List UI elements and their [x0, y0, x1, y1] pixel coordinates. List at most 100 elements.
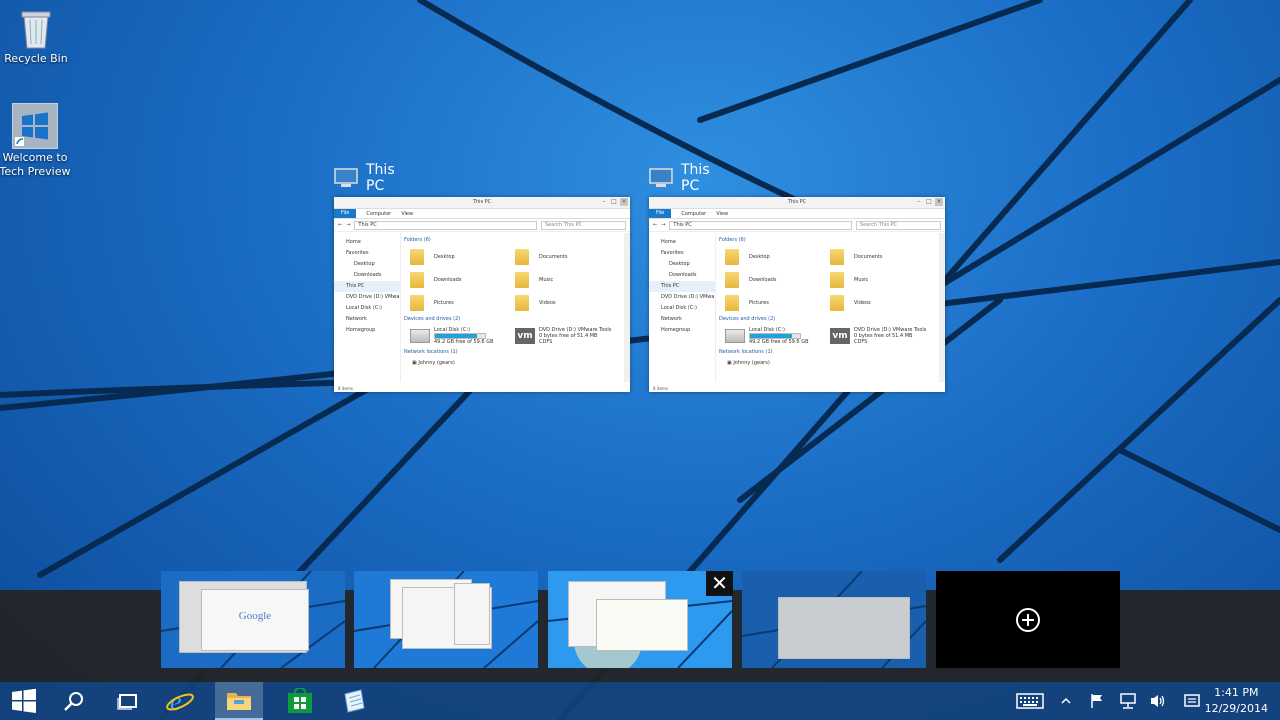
folder-item: Videos [830, 294, 935, 312]
status-bar: 8 items [653, 386, 668, 391]
drive-d: vm DVD Drive (D:) VMware Tools 0 bytes fr… [515, 327, 620, 345]
search-box: Search This PC [856, 220, 941, 230]
back-icon: ← [338, 222, 343, 228]
address-bar: This PC [354, 220, 537, 230]
file-explorer-button[interactable] [215, 682, 263, 720]
vmware-icon: vm [830, 328, 850, 344]
nav-desktop: Desktop [354, 261, 375, 267]
notifications-button[interactable] [1180, 682, 1204, 720]
drive-d: vm DVD Drive (D:) VMware Tools 0 bytes fr… [830, 327, 935, 345]
desktop-thumbnail-3[interactable] [548, 571, 732, 668]
folder-icon [830, 249, 844, 265]
welcome-tech-preview-shortcut[interactable]: Welcome to Tech Preview [0, 103, 71, 179]
folder-icon [410, 295, 424, 311]
chevron-up-icon [1061, 697, 1071, 704]
touch-keyboard-button[interactable] [1012, 682, 1048, 720]
folder-icon [410, 272, 424, 288]
explorer-title: This PC [787, 199, 807, 205]
internet-explorer-button[interactable]: e [156, 682, 204, 720]
nav-dvd-drive: DVD Drive (D:) VMwa [661, 294, 715, 300]
folder-item: Desktop [410, 248, 515, 266]
desktop-thumbnail-1[interactable]: Google [161, 571, 345, 668]
nav-network: Network [346, 316, 367, 322]
start-icon [12, 688, 36, 713]
google-thumb-text: Google [238, 610, 272, 622]
forward-icon: → [661, 222, 666, 228]
search-button[interactable] [50, 682, 98, 720]
folder-item: Pictures [725, 294, 830, 312]
internet-explorer-icon: e [166, 687, 194, 716]
this-pc-icon [334, 167, 358, 189]
minimize-icon: – [917, 198, 921, 205]
new-desktop-button[interactable] [936, 571, 1120, 668]
nav-downloads: Downloads [354, 272, 382, 278]
maximize-icon: □ [926, 198, 932, 205]
system-clock[interactable]: 1:41 PM 12/29/2014 [1205, 685, 1268, 717]
network-item: ▣ Johnny (gears) [412, 360, 455, 366]
network-item: ▣ Johnny (gears) [727, 360, 770, 366]
desktop-thumbnail-4[interactable] [742, 571, 926, 668]
nav-favorites: Favorites [346, 250, 369, 256]
nav-local-disk: Local Disk (C:) [346, 305, 382, 311]
group-network: Network locations (1) [404, 349, 458, 355]
close-desktop-button[interactable]: ✕ [706, 571, 733, 596]
status-bar: 8 items [338, 386, 353, 391]
folder-icon [725, 249, 739, 265]
volume-icon [1151, 695, 1165, 707]
recycle-bin-shortcut[interactable]: Recycle Bin [0, 6, 72, 66]
search-box: Search This PC [541, 220, 626, 230]
nav-home: Home [661, 239, 676, 245]
store-button[interactable] [276, 682, 324, 720]
tab-file: File [649, 209, 672, 218]
group-devices: Devices and drives (2) [719, 316, 776, 322]
tab-computer: Computer [681, 210, 707, 217]
window-caption-text: This PC [366, 162, 395, 194]
hard-drive-icon [410, 329, 430, 343]
folder-icon [725, 295, 739, 311]
tab-file: File [334, 209, 357, 218]
notepad-button[interactable] [330, 682, 378, 720]
volume-button[interactable] [1146, 682, 1170, 720]
vmware-icon: vm [515, 328, 535, 344]
network-status-button[interactable] [1116, 682, 1140, 720]
maximize-icon: □ [611, 198, 617, 205]
welcome-label: Welcome to Tech Preview [0, 151, 71, 178]
nav-home: Home [346, 239, 361, 245]
close-icon: × [620, 198, 628, 206]
task-view-button[interactable] [104, 682, 152, 720]
recycle-bin-icon [14, 6, 58, 50]
desktop-thumbnail-2[interactable] [354, 571, 538, 668]
minimize-icon: – [602, 198, 606, 205]
file-explorer-preview: This PC – □ × File Computer View ← → This P… [649, 197, 945, 392]
recycle-bin-label: Recycle Bin [4, 52, 68, 65]
window-caption: This PC [649, 162, 710, 194]
start-button[interactable] [0, 682, 48, 720]
scrollbar [939, 233, 945, 382]
folder-item: Pictures [410, 294, 515, 312]
clock-time: 1:41 PM [1214, 686, 1259, 699]
tab-view: View [401, 210, 414, 217]
folder-item: Downloads [725, 271, 830, 289]
network-icon [1120, 693, 1136, 709]
clock-date: 12/29/2014 [1204, 702, 1268, 715]
close-icon: × [935, 198, 943, 206]
nav-this-pc: This PC [649, 281, 715, 292]
search-icon [64, 692, 83, 711]
scrollbar [624, 233, 630, 382]
folder-item: Music [515, 271, 620, 289]
keyboard-icon [1016, 693, 1044, 709]
folder-icon [830, 295, 844, 311]
window-caption: This PC [334, 162, 395, 194]
taskbar: e 1:41 PM 12/29/2014 [0, 682, 1280, 720]
nav-this-pc: This PC [334, 281, 400, 292]
folder-icon [515, 272, 529, 288]
nav-homegroup: Homegroup [346, 327, 376, 333]
drive-c: Local Disk (C:) 49.2 GB free of 59.6 GB [725, 327, 830, 345]
tab-computer: Computer [366, 210, 392, 217]
nav-downloads: Downloads [669, 272, 697, 278]
folder-icon [515, 249, 529, 265]
hard-drive-icon [725, 329, 745, 343]
show-hidden-icons-button[interactable] [1056, 682, 1076, 720]
action-center-button[interactable] [1086, 682, 1108, 720]
this-pc-icon [649, 167, 673, 189]
